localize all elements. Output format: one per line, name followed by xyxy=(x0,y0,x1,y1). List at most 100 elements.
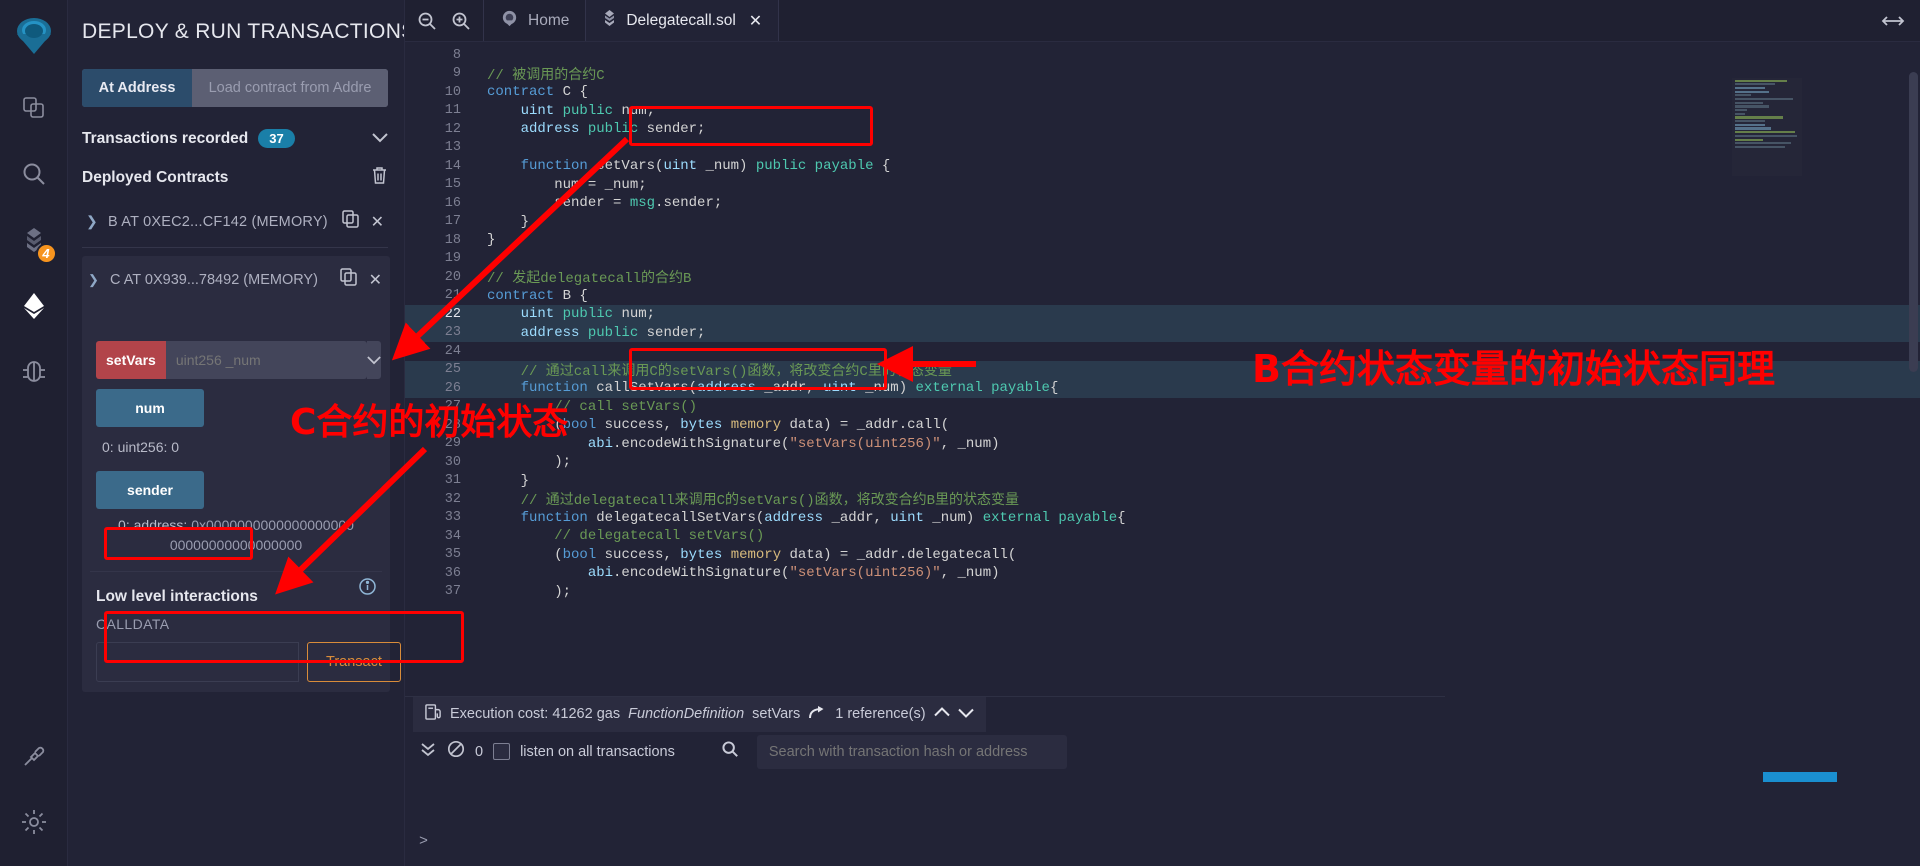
copy-icon[interactable] xyxy=(340,268,357,291)
editor-tabbar: Home Delegatecall.sol ✕ xyxy=(405,0,1920,42)
panel-header: DEPLOY & RUN TRANSACTIONS xyxy=(68,0,404,55)
code-line[interactable]: 24 xyxy=(405,342,1920,361)
page-title: DEPLOY & RUN TRANSACTIONS xyxy=(82,20,405,44)
code-line[interactable]: 23 address public sender; xyxy=(405,324,1920,343)
load-contract-from-address-input[interactable]: Load contract from Addre xyxy=(192,69,388,107)
code-minimap[interactable] xyxy=(1732,78,1802,176)
settings-gear-icon[interactable] xyxy=(12,800,56,844)
code-line[interactable]: 10contract C { xyxy=(405,83,1920,102)
zoom-out-icon[interactable] xyxy=(417,11,437,31)
remix-logo[interactable] xyxy=(6,8,62,64)
references-label: 1 reference(s) xyxy=(835,706,925,722)
code-line[interactable]: 21contract B { xyxy=(405,287,1920,306)
terminal-body[interactable]: > xyxy=(405,772,1920,866)
chevron-right-icon[interactable]: ❯ xyxy=(86,213,108,230)
chevron-up-icon[interactable] xyxy=(934,706,950,722)
tab-delegatecall-sol[interactable]: Delegatecall.sol ✕ xyxy=(586,0,779,41)
code-editor[interactable]: 89// 被调用的合约C10contract C {11 uint public… xyxy=(405,42,1920,696)
divider xyxy=(82,247,388,248)
code-line[interactable]: 15 num = _num; xyxy=(405,176,1920,195)
num-button[interactable]: num xyxy=(96,389,204,427)
info-icon[interactable] xyxy=(359,578,376,600)
debugger-icon[interactable] xyxy=(12,350,56,394)
code-line[interactable]: 33 function delegatecallSetVars(address … xyxy=(405,509,1920,528)
editor-expand-controls[interactable] xyxy=(1866,0,1920,41)
zoom-in-icon[interactable] xyxy=(451,11,471,31)
transact-button[interactable]: Transact xyxy=(307,642,401,682)
deployed-contract-c-row[interactable]: ❯ C AT 0X939...78492 (MEMORY) ✕ xyxy=(82,264,390,295)
code-line[interactable]: 26 function callSetVars(address _addr, u… xyxy=(405,379,1920,398)
code-line[interactable]: 35 (bool success, bytes memory data) = _… xyxy=(405,546,1920,565)
solidity-compiler-icon[interactable]: 4 xyxy=(12,218,56,262)
line-number: 35 xyxy=(405,547,477,562)
code-line[interactable]: 14 function setVars(uint _num) public pa… xyxy=(405,157,1920,176)
chevron-down-icon[interactable] xyxy=(372,131,388,146)
at-address-button[interactable]: At Address xyxy=(82,69,192,107)
chevron-down-icon[interactable]: ❯ xyxy=(88,272,110,288)
code-line[interactable]: 25 // 通过call来调用C的setVars()函数，将改变合约C里的状态变… xyxy=(405,361,1920,380)
code-line[interactable]: 19 xyxy=(405,250,1920,269)
deployed-contracts-label: Deployed Contracts xyxy=(82,169,228,187)
remix-ide-window: 4 xyxy=(0,0,1920,866)
code-text: function setVars(uint _num) public payab… xyxy=(477,158,890,174)
copy-icon[interactable] xyxy=(342,210,359,233)
low-level-interactions-title: Low level interactions xyxy=(96,588,258,606)
compiler-badge-count: 4 xyxy=(36,243,57,264)
line-number: 27 xyxy=(405,399,477,414)
close-icon[interactable]: ✕ xyxy=(371,212,384,232)
code-line[interactable]: 12 address public sender; xyxy=(405,120,1920,139)
scrollbar-thumb[interactable] xyxy=(1909,72,1918,372)
code-line[interactable]: 17 } xyxy=(405,213,1920,232)
code-line[interactable]: 29 abi.encodeWithSignature("setVars(uint… xyxy=(405,435,1920,454)
code-line[interactable]: 9// 被调用的合约C xyxy=(405,65,1920,84)
collapse-terminal-icon[interactable] xyxy=(419,740,437,763)
code-line[interactable]: 32 // 通过delegatecall来调用C的setVars()函数，将改变… xyxy=(405,490,1920,509)
code-text: // call setVars() xyxy=(477,399,697,415)
code-line[interactable]: 36 abi.encodeWithSignature("setVars(uint… xyxy=(405,564,1920,583)
terminal-search-input[interactable] xyxy=(757,735,1067,769)
code-line[interactable]: 20// 发起delegatecall的合约B xyxy=(405,268,1920,287)
sender-button[interactable]: sender xyxy=(96,471,204,509)
trash-icon[interactable] xyxy=(371,166,388,190)
clear-console-icon[interactable] xyxy=(447,740,465,763)
plugin-manager-icon[interactable] xyxy=(12,734,56,778)
editor-scrollbar[interactable] xyxy=(1906,42,1920,696)
calldata-input[interactable] xyxy=(96,642,299,682)
terminal-prompt[interactable]: > xyxy=(405,821,442,862)
code-line[interactable]: 34 // delegatecall setVars() xyxy=(405,527,1920,546)
line-number: 18 xyxy=(405,233,477,248)
search-icon[interactable] xyxy=(721,740,739,763)
code-line[interactable]: 22 uint public num; xyxy=(405,305,1920,324)
deployed-contract-b-row[interactable]: ❯ B AT 0XEC2...CF142 (MEMORY) ✕ xyxy=(82,204,390,239)
transactions-recorded-row[interactable]: Transactions recorded 37 xyxy=(82,129,388,148)
code-text: ); xyxy=(477,584,571,600)
code-line[interactable]: 37 ); xyxy=(405,583,1920,602)
file-explorer-icon[interactable] xyxy=(12,86,56,130)
code-text: (bool success, bytes memory data) = _add… xyxy=(477,417,949,433)
code-line[interactable]: 11 uint public num; xyxy=(405,102,1920,121)
close-icon[interactable]: ✕ xyxy=(369,270,382,290)
chevron-down-icon[interactable] xyxy=(367,341,381,379)
code-line[interactable]: 18} xyxy=(405,231,1920,250)
code-line[interactable]: 30 ); xyxy=(405,453,1920,472)
listen-on-all-transactions-checkbox[interactable] xyxy=(493,743,510,760)
sender-result-value: 0: address: 0x0000000000000000000 000000… xyxy=(82,509,390,561)
code-line[interactable]: 8 xyxy=(405,46,1920,65)
code-line[interactable]: 31 } xyxy=(405,472,1920,491)
code-line[interactable]: 16 sender = msg.sender; xyxy=(405,194,1920,213)
code-text: abi.encodeWithSignature("setVars(uint256… xyxy=(477,565,1000,581)
setvars-input[interactable] xyxy=(166,341,367,379)
deploy-run-icon[interactable] xyxy=(12,284,56,328)
pending-transactions-count: 0 xyxy=(475,744,483,760)
code-line[interactable]: 27 // call setVars() xyxy=(405,398,1920,417)
close-icon[interactable]: ✕ xyxy=(749,11,762,31)
goto-reference-icon[interactable] xyxy=(808,705,827,724)
tab-home[interactable]: Home xyxy=(484,0,586,41)
icon-rail: 4 xyxy=(0,0,68,866)
setvars-button[interactable]: setVars xyxy=(96,341,166,379)
search-icon[interactable] xyxy=(12,152,56,196)
code-line[interactable]: 13 xyxy=(405,139,1920,158)
chevron-down-icon[interactable] xyxy=(958,706,974,722)
code-line[interactable]: 28 (bool success, bytes memory data) = _… xyxy=(405,416,1920,435)
code-text: address public sender; xyxy=(477,325,705,341)
